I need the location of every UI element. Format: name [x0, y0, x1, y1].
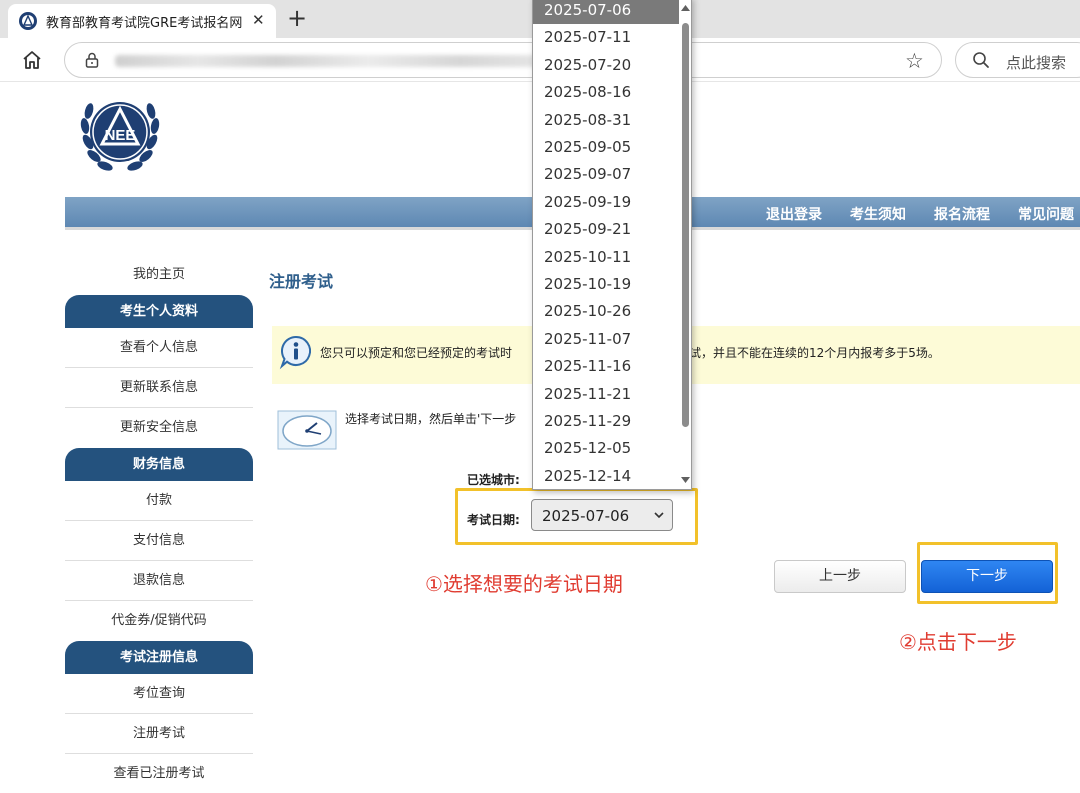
dropdown-option[interactable]: 2025-09-19	[533, 189, 679, 216]
notice-text-right: 试，并且不能在连续的12个月内报考多于5场。	[689, 346, 940, 360]
dropdown-option[interactable]: 2025-07-06	[533, 0, 679, 24]
instruction-text: 选择考试日期，然后单击'下一步	[345, 412, 517, 426]
sidebar-header-registration: 考试注册信息	[65, 641, 253, 674]
notice-text-left: 您只可以预定和您已经预定的考试时	[320, 346, 513, 360]
annotation-step2: ②点击下一步	[899, 630, 1017, 654]
sidebar-item-view-profile[interactable]: 查看个人信息	[65, 328, 253, 368]
sidebar: 我的主页 考生个人资料 查看个人信息 更新联系信息 更新安全信息 财务信息 付款…	[65, 255, 253, 793]
tab-close-icon[interactable]: ✕	[252, 11, 265, 29]
scroll-up-icon[interactable]	[679, 3, 692, 13]
dropdown-option[interactable]: 2025-11-29	[533, 408, 679, 435]
dropdown-option[interactable]: 2025-07-20	[533, 52, 679, 79]
clock-icon	[277, 410, 337, 450]
dropdown-option[interactable]: 2025-12-05	[533, 435, 679, 462]
annotation-step1: ①选择想要的考试日期	[425, 572, 623, 596]
sidebar-item-voucher[interactable]: 代金券/促销代码	[65, 601, 253, 641]
sidebar-item-refund-info[interactable]: 退款信息	[65, 561, 253, 601]
search-icon	[973, 52, 989, 68]
sidebar-item-payment-info[interactable]: 支付信息	[65, 521, 253, 561]
dropdown-option[interactable]: 2025-09-07	[533, 161, 679, 188]
nee-logo: NEE	[75, 87, 165, 177]
selected-city-label: 已选城市:	[467, 473, 520, 487]
svg-text:NEE: NEE	[105, 127, 136, 144]
dropdown-option[interactable]: 2025-11-21	[533, 381, 679, 408]
sidebar-item-update-security[interactable]: 更新安全信息	[65, 408, 253, 448]
scroll-down-icon[interactable]	[679, 475, 692, 485]
nav-faq[interactable]: 常见问题	[1018, 204, 1074, 224]
url-blurred	[115, 55, 575, 67]
exam-date-select[interactable]: 2025-07-06	[531, 499, 673, 531]
dropdown-option[interactable]: 2025-08-16	[533, 79, 679, 106]
dropdown-option[interactable]: 2025-07-11	[533, 24, 679, 51]
search-box[interactable]: 点此搜索	[955, 42, 1080, 78]
new-tab-button[interactable]: +	[287, 4, 307, 32]
sidebar-item-register-exam[interactable]: 注册考试	[65, 714, 253, 754]
star-icon[interactable]: ☆	[905, 49, 924, 73]
dropdown-option[interactable]: 2025-09-21	[533, 216, 679, 243]
exam-date-value: 2025-07-06	[542, 507, 630, 525]
browser-tab[interactable]: 教育部教育考试院GRE考试报名网 ✕	[8, 4, 276, 38]
sidebar-item-view-registered[interactable]: 查看已注册考试	[65, 754, 253, 793]
nav-candidate-notice[interactable]: 考生须知	[850, 204, 906, 224]
sidebar-item-seat-search[interactable]: 考位查询	[65, 674, 253, 714]
dropdown-option[interactable]: 2025-10-19	[533, 271, 679, 298]
sidebar-item-payment[interactable]: 付款	[65, 481, 253, 521]
info-icon	[279, 335, 311, 370]
exam-date-dropdown[interactable]: 2025-07-06 2025-07-11 2025-07-20 2025-08-16…	[532, 0, 692, 490]
dropdown-option[interactable]: 2025-12-14	[533, 463, 679, 489]
sidebar-header-finance: 财务信息	[65, 448, 253, 481]
next-button[interactable]: 下一步	[921, 560, 1053, 593]
home-icon[interactable]	[20, 48, 44, 72]
dropdown-option[interactable]: 2025-09-05	[533, 134, 679, 161]
address-bar[interactable]: ☆	[64, 42, 942, 78]
chevron-down-icon	[654, 512, 664, 519]
sidebar-header-profile: 考生个人资料	[65, 295, 253, 328]
sidebar-item-home[interactable]: 我的主页	[65, 255, 253, 295]
tab-title: 教育部教育考试院GRE考试报名网	[46, 16, 243, 31]
dropdown-option[interactable]: 2025-11-07	[533, 326, 679, 353]
dropdown-scrollbar[interactable]	[679, 0, 692, 489]
scroll-thumb[interactable]	[682, 23, 689, 427]
sidebar-item-update-contact[interactable]: 更新联系信息	[65, 368, 253, 408]
page-title: 注册考试	[269, 272, 334, 291]
nav-logout[interactable]: 退出登录	[766, 204, 822, 224]
dropdown-option[interactable]: 2025-10-26	[533, 298, 679, 325]
nee-logo-icon	[19, 12, 37, 30]
nav-registration-process[interactable]: 报名流程	[934, 204, 990, 224]
lock-icon	[85, 52, 99, 68]
dropdown-option[interactable]: 2025-10-11	[533, 244, 679, 271]
exam-date-label: 考试日期:	[467, 513, 520, 527]
dropdown-option[interactable]: 2025-08-31	[533, 107, 679, 134]
previous-button[interactable]: 上一步	[774, 560, 906, 593]
search-placeholder: 点此搜索	[1006, 54, 1067, 72]
dropdown-option[interactable]: 2025-11-16	[533, 353, 679, 380]
